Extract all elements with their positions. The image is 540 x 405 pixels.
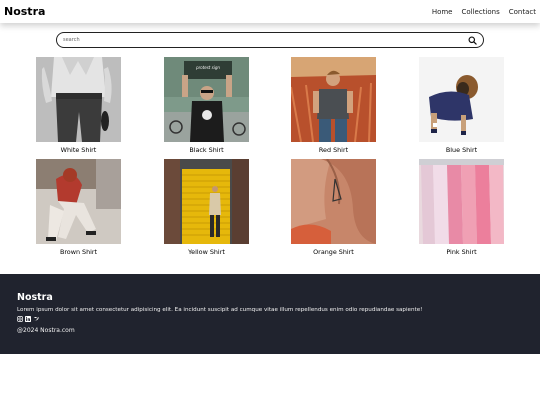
- search-icon[interactable]: [468, 35, 477, 45]
- product-name: Yellow Shirt: [188, 248, 225, 256]
- product-name: Black Shirt: [189, 146, 224, 154]
- product-card[interactable]: Brown Shirt: [36, 159, 121, 256]
- product-image-yellow-shirt[interactable]: [164, 159, 249, 244]
- product-name: Blue Shirt: [445, 146, 478, 154]
- footer: Nostra Lorem ipsum dolor sit amet consec…: [0, 274, 540, 354]
- product-image-brown-shirt[interactable]: [36, 159, 121, 244]
- product-card[interactable]: Red Shirt: [291, 57, 376, 154]
- social-links: [17, 316, 523, 322]
- product-card[interactable]: White Shirt: [36, 57, 121, 154]
- product-card[interactable]: Orange Shirt: [291, 159, 376, 256]
- product-name: Pink Shirt: [446, 248, 477, 256]
- footer-brand: Nostra: [17, 292, 53, 303]
- product-card[interactable]: protest sign Black Shirt: [164, 57, 249, 154]
- nav-link-home[interactable]: Home: [432, 8, 453, 16]
- nav-link-contact[interactable]: Contact: [509, 8, 536, 16]
- linkedin-icon[interactable]: [25, 316, 31, 322]
- twitter-icon[interactable]: [33, 316, 39, 322]
- search-bar: [56, 32, 484, 48]
- product-name: Brown Shirt: [59, 248, 98, 256]
- product-image-blue-shirt[interactable]: [419, 57, 504, 142]
- navbar: Nostra Home Collections Contact: [0, 0, 540, 23]
- nav-link-collections[interactable]: Collections: [461, 8, 499, 16]
- brand-logo[interactable]: Nostra: [4, 5, 45, 18]
- product-card[interactable]: Yellow Shirt: [164, 159, 249, 256]
- product-image-white-shirt[interactable]: [36, 57, 121, 142]
- nav-links: Home Collections Contact: [432, 8, 536, 16]
- footer-description: Lorem ipsum dolor sit amet consectetur a…: [17, 307, 423, 313]
- product-card[interactable]: Pink Shirt: [419, 159, 504, 256]
- product-name: White Shirt: [60, 146, 97, 154]
- product-image-pink-shirt[interactable]: [419, 159, 504, 244]
- search-input[interactable]: [63, 37, 468, 43]
- product-card[interactable]: Blue Shirt: [419, 57, 504, 154]
- product-image-orange-shirt[interactable]: [291, 159, 376, 244]
- product-name: Orange Shirt: [313, 248, 354, 256]
- copyright: @2024 Nostra.com: [17, 327, 75, 334]
- product-image-red-shirt[interactable]: [291, 57, 376, 142]
- svg-text:protest sign: protest sign: [195, 65, 220, 70]
- product-name: Red Shirt: [318, 146, 349, 154]
- instagram-icon[interactable]: [17, 316, 23, 322]
- product-image-black-shirt[interactable]: protest sign: [164, 57, 249, 142]
